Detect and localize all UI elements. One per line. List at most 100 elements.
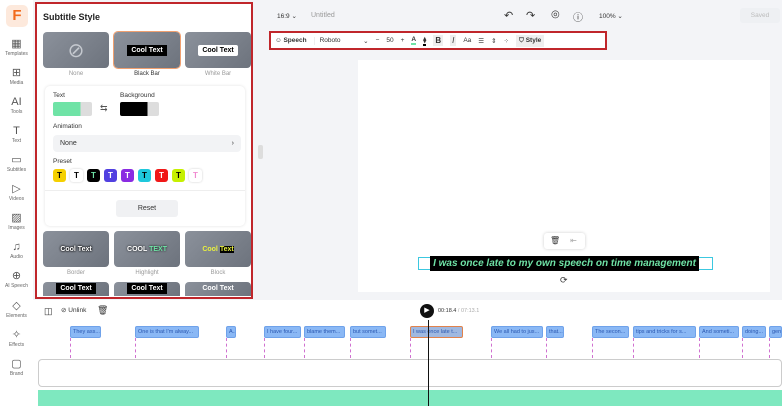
nav-item-ai-speech[interactable]: ⊕ AI Speech bbox=[0, 270, 33, 289]
case-icon[interactable]: Aa bbox=[463, 37, 471, 44]
nav-item-subtitles[interactable]: ▭ Subtitles bbox=[0, 154, 33, 173]
reset-button[interactable]: Reset bbox=[116, 200, 178, 217]
current-time: 00:18.4 bbox=[438, 308, 457, 314]
nav-item-elements[interactable]: ◇ Elements bbox=[0, 300, 33, 319]
subtitle-clip[interactable]: And someti... bbox=[699, 326, 739, 338]
clip-marker bbox=[410, 338, 411, 358]
nav-item-templates[interactable]: ▦ Templates bbox=[0, 38, 33, 57]
subtitle-clip[interactable]: that... bbox=[546, 326, 564, 338]
subtitle-clip[interactable]: tips and tricks for s... bbox=[633, 326, 696, 338]
subtitle-clip[interactable]: I have four... bbox=[264, 326, 301, 338]
unlink-label: Unlink bbox=[68, 307, 87, 314]
timeline: ◫ ⊘ Unlink 🗑 ▶ 00:18.4 / 07:13.1 bbox=[33, 300, 782, 406]
font-size-input[interactable]: 50 bbox=[386, 37, 393, 44]
audio-track[interactable] bbox=[38, 390, 782, 406]
subtitle-clip[interactable]: blame them... bbox=[304, 326, 345, 338]
style-tile-black-bar[interactable]: Cool Text Black Bar bbox=[113, 31, 181, 77]
undo-icon[interactable]: ↶ bbox=[504, 9, 513, 22]
nav-label: Tools bbox=[10, 109, 23, 115]
background-color-label: Background bbox=[120, 92, 155, 99]
swap-icon[interactable]: ⇆ bbox=[100, 103, 108, 114]
preset-swatch[interactable]: T bbox=[189, 169, 202, 182]
nav-item-text[interactable]: T Text bbox=[0, 125, 33, 144]
subtitle-clip[interactable]: doing... bbox=[742, 326, 766, 338]
split-clip-icon[interactable]: ◫ bbox=[44, 306, 53, 317]
size-decrease-button[interactable]: − bbox=[376, 37, 380, 44]
style-tile[interactable]: Cool Text bbox=[185, 282, 251, 296]
nav-item-images[interactable]: ▨ Images bbox=[0, 212, 33, 231]
canvas-subtitle[interactable]: I was once late to my own speech on time… bbox=[430, 256, 699, 271]
style-tile[interactable]: Cool Text bbox=[43, 282, 109, 296]
preset-swatch[interactable]: T bbox=[172, 169, 185, 182]
speech-button[interactable]: ☺ Speech bbox=[275, 37, 307, 44]
size-increase-button[interactable]: + bbox=[401, 37, 405, 44]
trash-icon[interactable]: 🗑 bbox=[550, 236, 560, 245]
nav-item-videos[interactable]: ▷ Videos bbox=[0, 183, 33, 202]
subtitle-clip[interactable]: I was once late t... bbox=[410, 326, 463, 338]
subtitle-clip[interactable]: They ass... bbox=[70, 326, 101, 338]
style-tile-white-bar[interactable]: Cool Text White Bar bbox=[185, 32, 251, 77]
subtitle-clip[interactable]: One is that I'm alway... bbox=[135, 326, 199, 338]
subtitle-clip[interactable]: A... bbox=[226, 326, 236, 338]
preset-swatch[interactable]: T bbox=[121, 169, 134, 182]
nav-icon: ⊕ bbox=[11, 270, 22, 282]
unlink-button[interactable]: ⊘ Unlink bbox=[61, 306, 86, 314]
zoom-select[interactable]: 100% ⌄ bbox=[599, 12, 623, 20]
subtitle-clip[interactable]: gen bbox=[769, 326, 782, 338]
subtitle-clip[interactable]: The secon... bbox=[592, 326, 629, 338]
preset-list: TTTTTTTTT bbox=[53, 169, 206, 182]
help-icon[interactable]: ⓘ bbox=[573, 9, 583, 24]
preset-swatch[interactable]: T bbox=[104, 169, 117, 182]
aspect-ratio-select[interactable]: 16:9 ⌄ bbox=[277, 12, 297, 20]
split-icon[interactable]: ⇤ bbox=[570, 236, 577, 245]
style-tile-block[interactable]: Cool Text Block bbox=[185, 231, 251, 276]
clip-marker bbox=[70, 338, 71, 358]
clip-marker bbox=[592, 338, 593, 358]
text-color-icon[interactable]: A bbox=[411, 36, 417, 45]
nav-item-effects[interactable]: ✧ Effects bbox=[0, 329, 33, 348]
animation-select[interactable]: None › bbox=[53, 135, 241, 152]
nav-item-brand[interactable]: ▢ Brand bbox=[0, 358, 33, 377]
delete-icon[interactable]: 🗑 bbox=[97, 305, 108, 316]
nav-item-media[interactable]: ⊞ Media bbox=[0, 67, 33, 86]
nav-item-tools[interactable]: AI Tools bbox=[0, 96, 33, 115]
subtitle-clip[interactable]: We all had to jus... bbox=[491, 326, 543, 338]
font-select[interactable]: Roboto ⌄ bbox=[313, 36, 369, 45]
spacing-icon[interactable]: ⇕ bbox=[491, 37, 496, 45]
style-tile[interactable]: Cool Text bbox=[114, 282, 180, 296]
playhead[interactable] bbox=[428, 320, 429, 406]
preset-swatch[interactable]: T bbox=[138, 169, 151, 182]
nav-label: Images bbox=[8, 225, 25, 231]
app-logo: F bbox=[6, 5, 28, 27]
align-icon[interactable]: ☰ bbox=[478, 37, 484, 45]
preset-swatch[interactable]: T bbox=[70, 169, 83, 182]
highlight-color-icon[interactable]: ⧫ bbox=[423, 36, 427, 46]
style-tile-border[interactable]: Cool Text Border bbox=[43, 231, 109, 276]
video-track[interactable] bbox=[38, 359, 782, 387]
italic-icon[interactable]: I bbox=[450, 35, 457, 46]
project-title[interactable]: Untitled bbox=[311, 12, 335, 19]
background-color-swatch[interactable] bbox=[120, 102, 159, 116]
redo-icon[interactable]: ↷ bbox=[526, 9, 535, 22]
position-icon[interactable]: ⁘ bbox=[504, 37, 509, 45]
clip-marker bbox=[546, 338, 547, 358]
nav-item-audio[interactable]: ♫ Audio bbox=[0, 241, 33, 260]
text-color-swatch[interactable] bbox=[53, 102, 92, 116]
preset-swatch[interactable]: T bbox=[53, 169, 66, 182]
style-sample: Cool Text bbox=[127, 44, 167, 56]
zoom-value: 100% bbox=[599, 13, 616, 20]
style-button[interactable]: ⛉ Style bbox=[516, 34, 545, 47]
screenshot-icon[interactable]: ◎ bbox=[551, 9, 560, 20]
rotate-icon[interactable]: ⟳ bbox=[560, 275, 568, 286]
subtitle-clip[interactable]: but somet... bbox=[350, 326, 386, 338]
bold-icon[interactable]: B bbox=[433, 35, 444, 46]
preset-label: Preset bbox=[53, 158, 72, 165]
style-tile-none[interactable]: ⊘ None bbox=[43, 32, 109, 77]
panel-collapse-handle[interactable] bbox=[258, 145, 263, 159]
subtitle-float-menu: 🗑 ⇤ bbox=[544, 233, 585, 249]
play-button[interactable]: ▶ bbox=[420, 304, 434, 318]
preset-swatch[interactable]: T bbox=[155, 169, 168, 182]
saved-button[interactable]: Saved bbox=[740, 8, 780, 23]
style-tile-highlight[interactable]: COOL TEXT Highlight bbox=[114, 231, 180, 276]
preset-swatch[interactable]: T bbox=[87, 169, 100, 182]
